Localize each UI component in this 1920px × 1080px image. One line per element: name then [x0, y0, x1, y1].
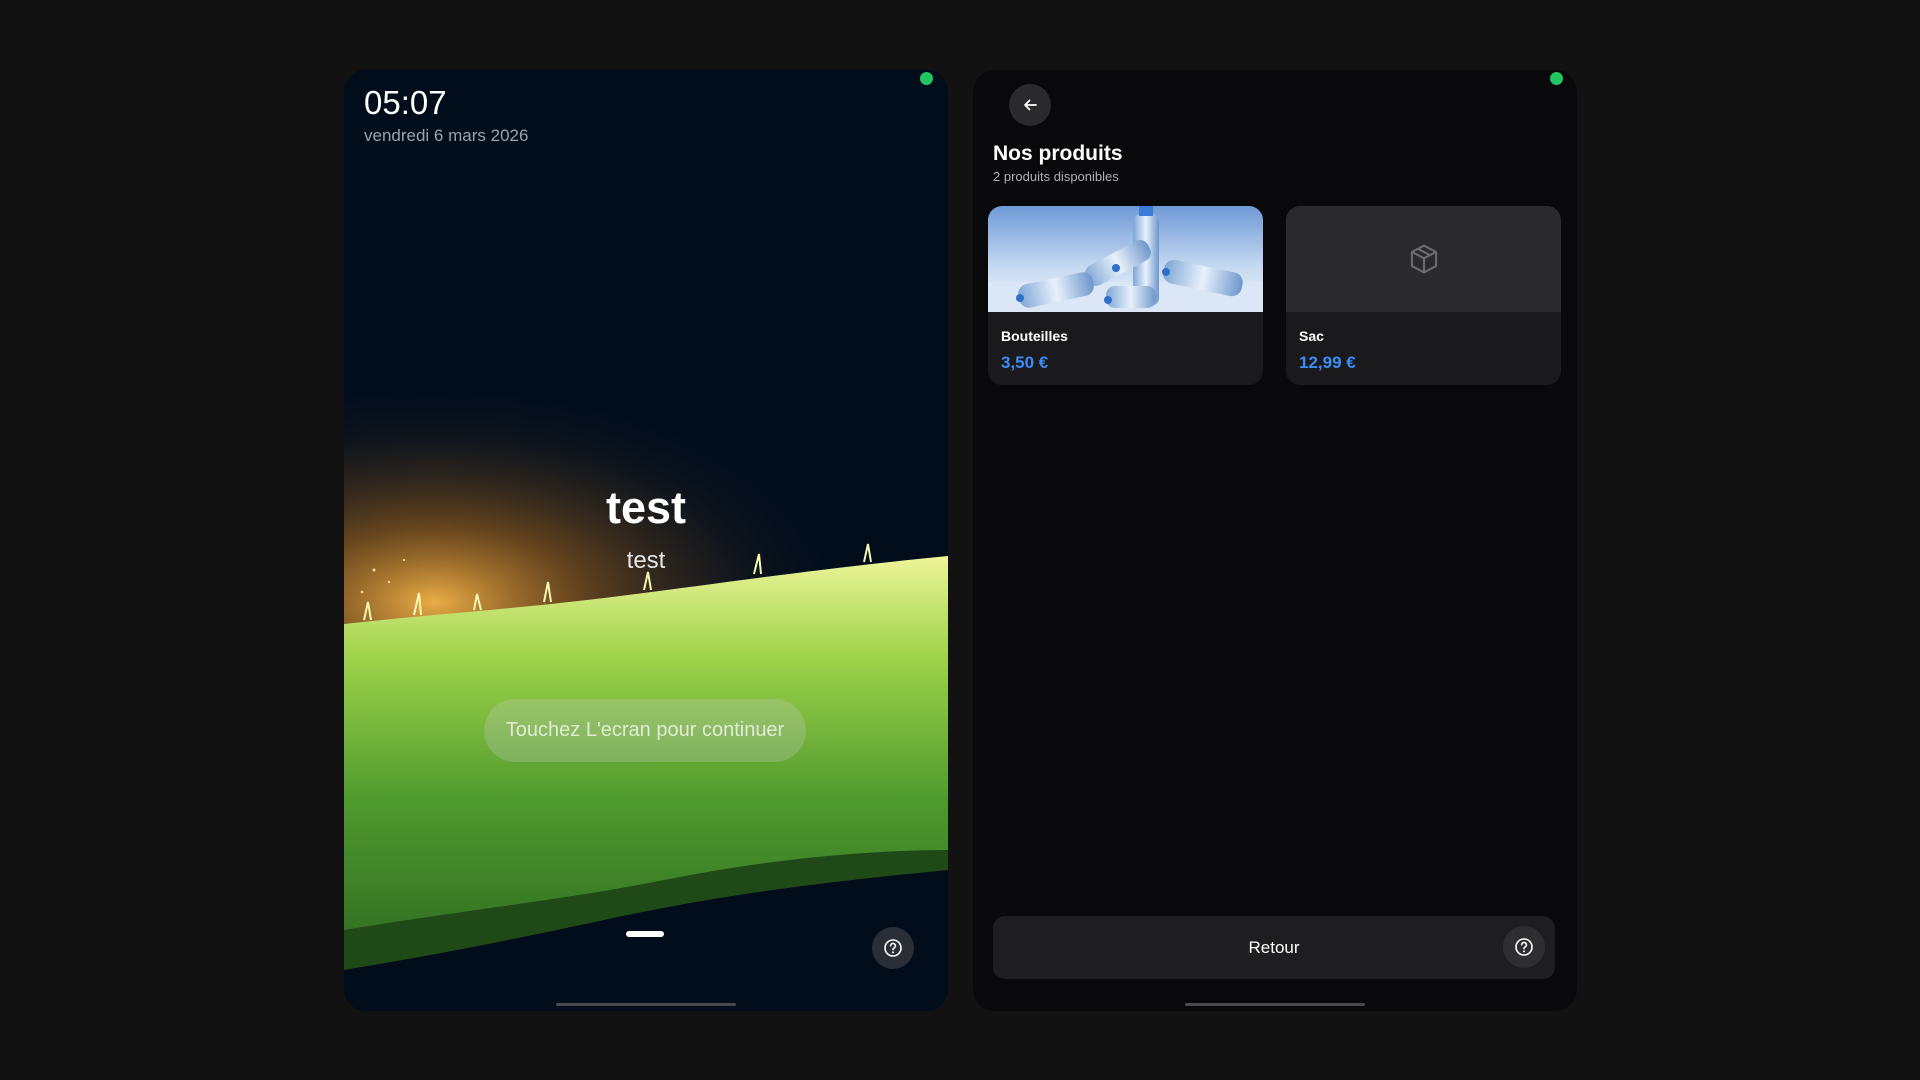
camera-indicator-dot [920, 72, 933, 85]
camera-indicator-dot [1550, 72, 1563, 85]
product-price: 3,50 € [1001, 353, 1049, 372]
help-button[interactable] [1503, 926, 1545, 968]
footer-bar: Retour [993, 916, 1555, 979]
product-card-sac[interactable]: Sac 12,99 € [1286, 206, 1561, 385]
lock-screen-panel[interactable]: 05:07 vendredi 6 mars 2026 test test Tou… [344, 70, 948, 1011]
gesture-bar [556, 1003, 736, 1006]
arrow-left-icon [1024, 99, 1037, 111]
grass-landscape-background [344, 70, 948, 1011]
product-name: Bouteilles [1001, 328, 1068, 344]
page-indicator [626, 931, 664, 937]
product-image-placeholder [1286, 206, 1561, 312]
tap-to-continue-button[interactable]: Touchez L'ecran pour continuer [484, 699, 806, 762]
page-title: Nos produits [993, 142, 1123, 165]
help-circle-icon [884, 939, 902, 957]
package-icon [1410, 244, 1437, 274]
lock-clock: 05:07 [364, 84, 447, 121]
help-circle-icon [1515, 938, 1533, 956]
lock-date: vendredi 6 mars 2026 [364, 126, 529, 145]
water-bottles-photo [988, 206, 1263, 312]
product-list-panel: Nos produits 2 produits disponibles Bout… [973, 70, 1577, 1011]
product-name: Sac [1299, 328, 1324, 344]
back-button[interactable] [1009, 84, 1051, 126]
product-price: 12,99 € [1299, 353, 1356, 372]
gesture-bar [1185, 1003, 1365, 1006]
product-card-bouteilles[interactable]: Bouteilles 3,50 € [988, 206, 1263, 385]
help-button[interactable] [872, 927, 914, 969]
welcome-title: test [605, 482, 687, 533]
retour-button[interactable]: Retour [993, 916, 1555, 979]
welcome-subtitle: test [626, 547, 666, 574]
product-count: 2 produits disponibles [993, 169, 1119, 184]
